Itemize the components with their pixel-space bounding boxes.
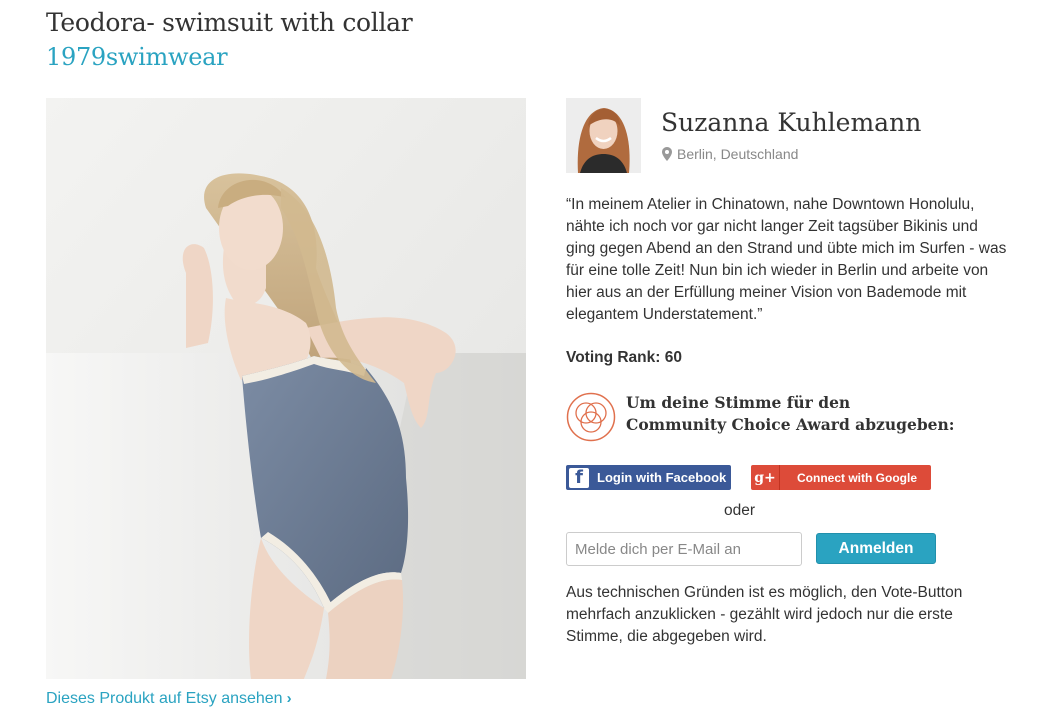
- designer-quote: “In meinem Atelier in Chinatown, nahe Do…: [566, 196, 1007, 323]
- voting-rank: Voting Rank: 60: [566, 349, 682, 367]
- submit-button[interactable]: Anmelden: [816, 533, 936, 564]
- designer-avatar: [566, 98, 641, 173]
- product-title: Teodora- swimsuit with collar: [46, 8, 413, 37]
- etsy-link-label: Dieses Produkt auf Etsy ansehen: [46, 690, 283, 707]
- chevron-right-icon: ›: [286, 690, 292, 707]
- email-field[interactable]: [566, 532, 802, 566]
- brand-link[interactable]: 1979swimwear: [46, 43, 228, 71]
- award-logo-icon: [566, 392, 616, 442]
- vote-prompt-line1: Um deine Stimme für den: [626, 393, 851, 412]
- google-connect-label: Connect with Google: [797, 470, 917, 485]
- google-plus-icon: g+: [751, 465, 780, 490]
- vote-prompt: Um deine Stimme für den Community Choice…: [626, 392, 955, 436]
- google-connect-button[interactable]: g+ Connect with Google: [751, 465, 931, 490]
- etsy-product-link[interactable]: Dieses Produkt auf Etsy ansehen ›: [46, 690, 292, 708]
- facebook-login-button[interactable]: f Login with Facebook: [566, 465, 731, 490]
- voting-rank-label: Voting Rank:: [566, 349, 661, 366]
- designer-name: Suzanna Kuhlemann: [661, 108, 922, 137]
- product-image: [46, 98, 526, 679]
- facebook-icon: f: [569, 467, 589, 488]
- designer-location: Berlin, Deutschland: [662, 146, 798, 162]
- or-separator: oder: [724, 502, 756, 519]
- map-pin-icon: [662, 147, 672, 161]
- facebook-login-label: Login with Facebook: [597, 470, 727, 485]
- location-text: Berlin, Deutschland: [677, 146, 799, 162]
- vote-disclaimer: Aus technischen Gründen ist es möglich, …: [566, 584, 963, 645]
- vote-prompt-line2: Community Choice Award abzugeben:: [626, 415, 955, 434]
- voting-rank-value: 60: [664, 349, 682, 366]
